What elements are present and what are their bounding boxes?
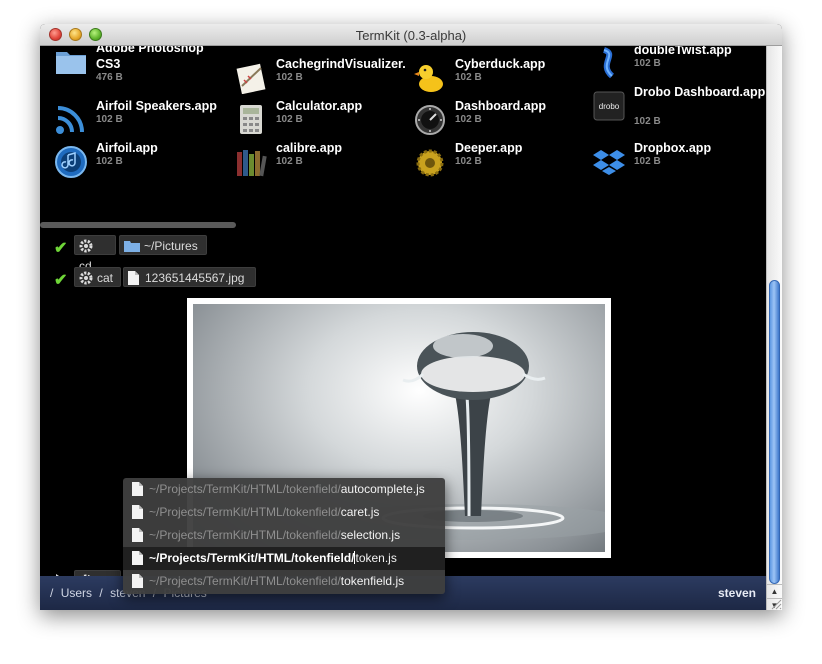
title-bar: TermKit (0.3-alpha) bbox=[40, 24, 782, 46]
folder-icon bbox=[124, 241, 140, 252]
speaker-icon bbox=[56, 106, 84, 134]
termkit-window: TermKit (0.3-alpha) Adobe Photoshop CS3 … bbox=[40, 24, 782, 610]
calculator-icon bbox=[240, 105, 262, 134]
autocomplete-option[interactable]: ~/Projects/TermKit/HTML/tokenfield/selec… bbox=[123, 524, 445, 547]
svg-text:drobo: drobo bbox=[599, 102, 620, 111]
scroll-thumb[interactable] bbox=[769, 280, 780, 584]
drobo-icon: drobo bbox=[593, 91, 625, 121]
autocomplete-option-selected[interactable]: ~/Projects/TermKit/HTML/tokenfield/token… bbox=[123, 547, 445, 570]
file-item[interactable]: Calculator.app 102 B bbox=[234, 98, 404, 138]
success-check-icon: ✔ bbox=[54, 240, 68, 257]
document-icon bbox=[132, 505, 143, 519]
autocomplete-option[interactable]: ~/Projects/TermKit/HTML/tokenfield/token… bbox=[123, 570, 445, 593]
autocomplete-popup: ~/Projects/TermKit/HTML/tokenfield/autoc… bbox=[123, 478, 445, 594]
autocomplete-option[interactable]: ~/Projects/TermKit/HTML/tokenfield/caret… bbox=[123, 501, 445, 524]
command-token[interactable]: cat bbox=[74, 267, 121, 287]
document-icon bbox=[132, 574, 143, 588]
file-item[interactable]: Dashboard.app 102 B bbox=[413, 98, 583, 138]
file-item[interactable]: drobo Drobo Dashboard.app 102 B bbox=[592, 84, 765, 127]
user-name: steven bbox=[717, 586, 756, 600]
file-item[interactable]: Airfoil.app 102 B bbox=[54, 140, 224, 180]
app-icon bbox=[236, 63, 266, 94]
command-token[interactable]: cd bbox=[74, 235, 116, 273]
books-icon bbox=[237, 150, 267, 177]
gear-gold-icon bbox=[416, 149, 444, 177]
airfoil-icon bbox=[55, 146, 87, 178]
document-icon bbox=[132, 482, 143, 496]
folder-icon bbox=[56, 52, 86, 74]
file-token[interactable]: 123651445567.jpg bbox=[123, 267, 256, 287]
autocomplete-option[interactable]: ~/Projects/TermKit/HTML/tokenfield/autoc… bbox=[123, 478, 445, 501]
dashboard-icon bbox=[415, 105, 445, 135]
duck-icon bbox=[414, 65, 443, 92]
file-item[interactable]: Dropbox.app 102 B bbox=[592, 140, 762, 180]
file-item[interactable]: calibre.app 102 B bbox=[234, 140, 404, 180]
file-item[interactable]: CachegrindVisualizer. 102 B bbox=[234, 56, 406, 96]
gear-icon bbox=[79, 239, 93, 253]
breadcrumb-item[interactable]: Users bbox=[61, 586, 92, 600]
file-item[interactable]: Airfoil Speakers.app 102 B bbox=[54, 98, 224, 138]
gear-icon bbox=[79, 271, 93, 285]
document-icon bbox=[132, 551, 143, 565]
document-icon bbox=[128, 271, 139, 285]
horizontal-scrollbar[interactable] bbox=[40, 222, 236, 228]
document-icon bbox=[132, 528, 143, 542]
vertical-scrollbar[interactable]: ▲ ▼ bbox=[766, 46, 782, 610]
window-title: TermKit (0.3-alpha) bbox=[355, 28, 467, 43]
file-item[interactable]: Cyberduck.app 102 B bbox=[413, 56, 583, 96]
path-token[interactable]: ~/Pictures bbox=[119, 235, 207, 255]
dropbox-icon bbox=[593, 150, 625, 175]
file-item[interactable]: Deeper.app 102 B bbox=[413, 140, 583, 180]
file-item[interactable]: Adobe Photoshop CS3 476 B bbox=[54, 46, 224, 83]
resize-grip-icon[interactable] bbox=[768, 596, 782, 610]
file-item[interactable]: doubleTwist.app 102 B bbox=[592, 46, 762, 82]
success-check-icon: ✔ bbox=[54, 272, 68, 289]
twist-icon bbox=[602, 47, 615, 79]
